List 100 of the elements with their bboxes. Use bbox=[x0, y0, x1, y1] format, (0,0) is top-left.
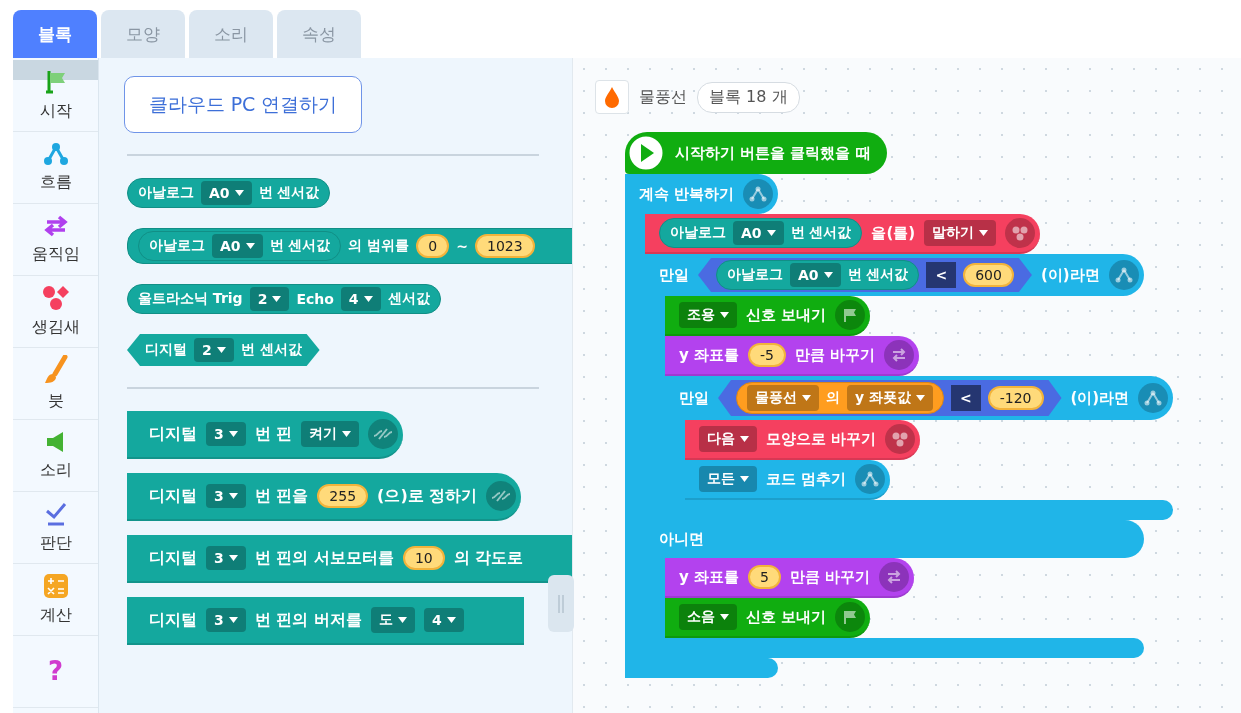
caret-icon bbox=[397, 617, 407, 623]
code-block[interactable]: 디지털 3 번 핀 켜기 bbox=[127, 411, 404, 459]
wave-icon bbox=[368, 419, 399, 449]
nodes-icon bbox=[855, 464, 886, 494]
caret-icon bbox=[363, 296, 373, 302]
code-block[interactable]: 디지털 3 번 핀의 버저를 도 4 bbox=[127, 597, 524, 645]
sprite-thumbnail[interactable] bbox=[595, 80, 629, 114]
dots-icon bbox=[41, 285, 70, 311]
block-label: (으)로 정하기 bbox=[377, 485, 478, 507]
help-icon: ? bbox=[47, 657, 64, 686]
block-label: 디지털 bbox=[149, 609, 197, 631]
block-dropdown[interactable]: 소음 bbox=[679, 604, 737, 630]
block-dropdown[interactable]: 3 bbox=[206, 484, 246, 508]
block-label: 번 센서값 bbox=[258, 184, 320, 202]
reporter-block[interactable]: 아날로그 A0 번 센서값 bbox=[659, 218, 863, 248]
code-block[interactable]: 소음 신호 보내기 bbox=[665, 598, 871, 638]
calculator-icon bbox=[42, 573, 69, 599]
block-dropdown[interactable]: A0 bbox=[212, 234, 263, 258]
reporter-block[interactable]: 아날로그 A0 번 센서값 bbox=[716, 260, 920, 290]
number-input[interactable]: 600 bbox=[963, 263, 1014, 287]
reporter-block[interactable]: 아날로그 A0 번 센서값 의 범위를 0 ~ 1023 bbox=[127, 228, 572, 264]
block-dropdown[interactable]: 켜기 bbox=[301, 421, 360, 447]
control-block[interactable]: 만일 아날로그 A0 번 센서값 < 600 (이)라면 bbox=[645, 254, 1144, 296]
block-dropdown[interactable]: 3 bbox=[206, 422, 246, 446]
block-label: y 좌표를 bbox=[679, 345, 739, 365]
block-label: (이)라면 bbox=[1070, 388, 1130, 408]
number-input[interactable]: 0 bbox=[416, 234, 450, 258]
code-block[interactable]: 다음 모양으로 바꾸기 bbox=[685, 420, 921, 460]
block-dropdown[interactable]: 2 bbox=[249, 287, 290, 311]
block-dropdown[interactable]: 물풍선 bbox=[747, 385, 819, 411]
number-input[interactable]: 5 bbox=[748, 565, 781, 589]
flag-icon bbox=[835, 300, 866, 330]
tab[interactable]: 소리 bbox=[189, 10, 273, 58]
block-dropdown[interactable]: 조용 bbox=[679, 302, 737, 328]
block-label: 아날로그 bbox=[727, 266, 783, 284]
block-dropdown[interactable]: 4 bbox=[340, 287, 381, 311]
code-block[interactable]: 아날로그 A0 번 센서값 을(를) 말하기 bbox=[645, 214, 1041, 254]
number-input[interactable]: -5 bbox=[748, 343, 786, 367]
block-label: 코드 멈추기 bbox=[766, 469, 847, 489]
reporter-block[interactable]: 아날로그 A0 번 센서값 bbox=[127, 178, 331, 208]
block-dropdown[interactable]: A0 bbox=[201, 181, 252, 205]
arrows-icon bbox=[884, 340, 915, 370]
tab[interactable]: 블록 bbox=[13, 10, 97, 58]
block-dropdown[interactable]: 3 bbox=[206, 546, 246, 570]
reporter-block[interactable]: 물풍선 의 y 좌푯값 bbox=[736, 382, 944, 414]
reporter-block[interactable]: 울트라소닉 Trig 2 Echo 4 센서값 bbox=[127, 284, 441, 314]
block-label: 번 센서값 bbox=[269, 237, 331, 255]
droplet-icon bbox=[604, 86, 620, 108]
block-dropdown[interactable]: 다음 bbox=[699, 426, 757, 452]
control-block[interactable]: 만일 물풍선 의 y 좌푯값 < -120 (이)라면 bbox=[665, 376, 1174, 420]
code-block[interactable]: 조용 신호 보내기 bbox=[665, 296, 871, 336]
block-label: 을(를) bbox=[871, 223, 916, 243]
block-dropdown[interactable]: 4 bbox=[423, 608, 464, 632]
caret-icon bbox=[228, 617, 238, 623]
condition-block[interactable]: 디지털 2 번 센서값 bbox=[127, 334, 320, 366]
number-input[interactable]: 10 bbox=[402, 546, 445, 570]
caret-icon bbox=[802, 395, 811, 401]
reporter-block[interactable]: 아날로그 A0 번 센서값 bbox=[138, 231, 342, 261]
block-label: 아날로그 bbox=[670, 224, 726, 242]
dots-icon bbox=[1005, 218, 1036, 248]
sprite-name: 물풍선 bbox=[639, 86, 687, 108]
block-label: 번 핀을 bbox=[254, 485, 309, 507]
caret-icon bbox=[720, 312, 729, 318]
code-block[interactable]: 디지털 3 번 핀의 서보모터를 10 의 각도로 bbox=[127, 535, 572, 583]
number-input[interactable]: 255 bbox=[317, 484, 369, 508]
number-input[interactable]: -120 bbox=[987, 386, 1044, 410]
block-label: 만큼 바꾸기 bbox=[794, 345, 876, 365]
condition-block[interactable]: 물풍선 의 y 좌푯값 < -120 bbox=[718, 380, 1062, 416]
arrows-icon bbox=[879, 562, 910, 592]
block-label: 만일 bbox=[659, 265, 689, 285]
block-label: 번 센서값 bbox=[847, 266, 909, 284]
event-block[interactable]: 시작하기 버튼을 클릭했을 때 bbox=[625, 132, 887, 174]
block-label: 계속 반복하기 bbox=[639, 184, 735, 204]
number-input[interactable]: 1023 bbox=[475, 234, 535, 258]
block-label: 번 핀의 서보모터를 bbox=[254, 547, 394, 569]
block-dropdown[interactable]: y 좌푯값 bbox=[847, 385, 933, 411]
condition-block[interactable]: 아날로그 A0 번 센서값 < 600 bbox=[698, 258, 1032, 292]
caret-icon bbox=[720, 614, 729, 620]
code-block[interactable]: y 좌표를 -5 만큼 바꾸기 bbox=[665, 336, 920, 376]
block-dropdown[interactable]: 모든 bbox=[699, 466, 757, 492]
dots-icon bbox=[885, 424, 916, 454]
block-label: 디지털 bbox=[149, 485, 197, 507]
cloud-connect-button[interactable]: 클라우드 PC 연결하기 bbox=[124, 76, 362, 133]
code-block[interactable]: 모든 코드 멈추기 bbox=[685, 460, 891, 500]
code-block[interactable]: y 좌표를 5 만큼 바꾸기 bbox=[665, 558, 915, 598]
block-label: 아날로그 bbox=[138, 184, 194, 202]
block-dropdown[interactable]: A0 bbox=[790, 263, 841, 287]
resize-handle[interactable] bbox=[548, 575, 574, 632]
block-label: 울트라소닉 Trig bbox=[138, 290, 243, 308]
block-dropdown[interactable]: 2 bbox=[194, 338, 234, 362]
block-dropdown[interactable]: 도 bbox=[370, 607, 415, 633]
block-label: 시작하기 버튼을 클릭했을 때 bbox=[675, 143, 871, 163]
caret-icon bbox=[740, 476, 749, 482]
block-dropdown[interactable]: 말하기 bbox=[924, 220, 997, 246]
category-item[interactable]: 시작 bbox=[13, 60, 98, 132]
block-dropdown[interactable]: 3 bbox=[206, 608, 246, 632]
caret-icon bbox=[446, 617, 456, 623]
block-dropdown[interactable]: A0 bbox=[733, 221, 784, 245]
caret-icon bbox=[216, 347, 226, 353]
code-block[interactable]: 디지털 3 번 핀을 255 (으)로 정하기 bbox=[127, 473, 522, 521]
